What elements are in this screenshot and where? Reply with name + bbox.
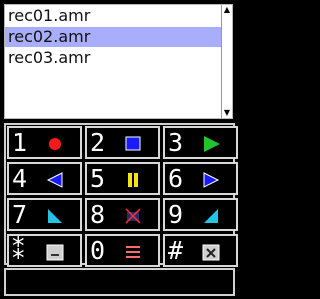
key-digit: 1 [12, 128, 28, 157]
key-3-play[interactable]: 3 [163, 126, 238, 159]
file-list-item-selected[interactable]: rec02.amr [5, 27, 222, 47]
minimize-icon [46, 244, 64, 261]
key-digit: 4 [12, 164, 28, 193]
key-digit: 0 [90, 236, 106, 265]
file-list-rows: rec01.amr rec02.amr rec03.amr [5, 5, 222, 118]
key-digit: 7 [12, 200, 28, 229]
volume-down-icon [48, 209, 62, 223]
keypad: 1 2 3 4 5 6 7 8 9 ⁑ 0 # [4, 123, 238, 267]
vertical-scrollbar[interactable]: ▲ ▼ [221, 5, 232, 118]
key-digit: # [168, 236, 184, 265]
key-star-minimize[interactable]: ⁑ [7, 234, 82, 267]
key-digit: 9 [168, 200, 184, 229]
scroll-up-icon[interactable]: ▲ [222, 5, 232, 15]
key-9-volume-up[interactable]: 9 [163, 198, 238, 231]
key-8-mute[interactable]: 8 [85, 198, 160, 231]
volume-up-icon [204, 209, 218, 223]
key-digit: 5 [90, 164, 106, 193]
file-list-item[interactable]: rec01.amr [5, 6, 222, 26]
key-digit: 6 [168, 164, 184, 193]
pause-icon [128, 173, 138, 187]
rewind-icon [46, 172, 63, 188]
key-digit: 8 [90, 200, 106, 229]
key-digit: 2 [90, 128, 106, 157]
close-icon [202, 244, 220, 261]
forward-icon [203, 172, 220, 188]
key-0-menu[interactable]: 0 [85, 234, 160, 267]
menu-icon [126, 246, 140, 258]
file-list-item[interactable]: rec03.amr [5, 48, 222, 68]
key-7-volume-down[interactable]: 7 [7, 198, 82, 231]
file-list[interactable]: rec01.amr rec02.amr rec03.amr ▲ ▼ [4, 4, 233, 119]
status-bar [4, 268, 235, 296]
key-1-record[interactable]: 1 [7, 126, 82, 159]
key-2-stop[interactable]: 2 [85, 126, 160, 159]
key-6-forward[interactable]: 6 [163, 162, 238, 195]
record-icon [49, 138, 61, 150]
mute-icon [125, 208, 141, 224]
key-hash-close[interactable]: # [163, 234, 238, 267]
play-icon [204, 136, 220, 152]
key-4-rewind[interactable]: 4 [7, 162, 82, 195]
key-digit: ⁑ [12, 236, 25, 265]
key-5-pause[interactable]: 5 [85, 162, 160, 195]
scrollbar-track[interactable] [223, 15, 231, 108]
scroll-down-icon[interactable]: ▼ [222, 108, 232, 118]
stop-icon [125, 136, 141, 151]
key-digit: 3 [168, 128, 184, 157]
